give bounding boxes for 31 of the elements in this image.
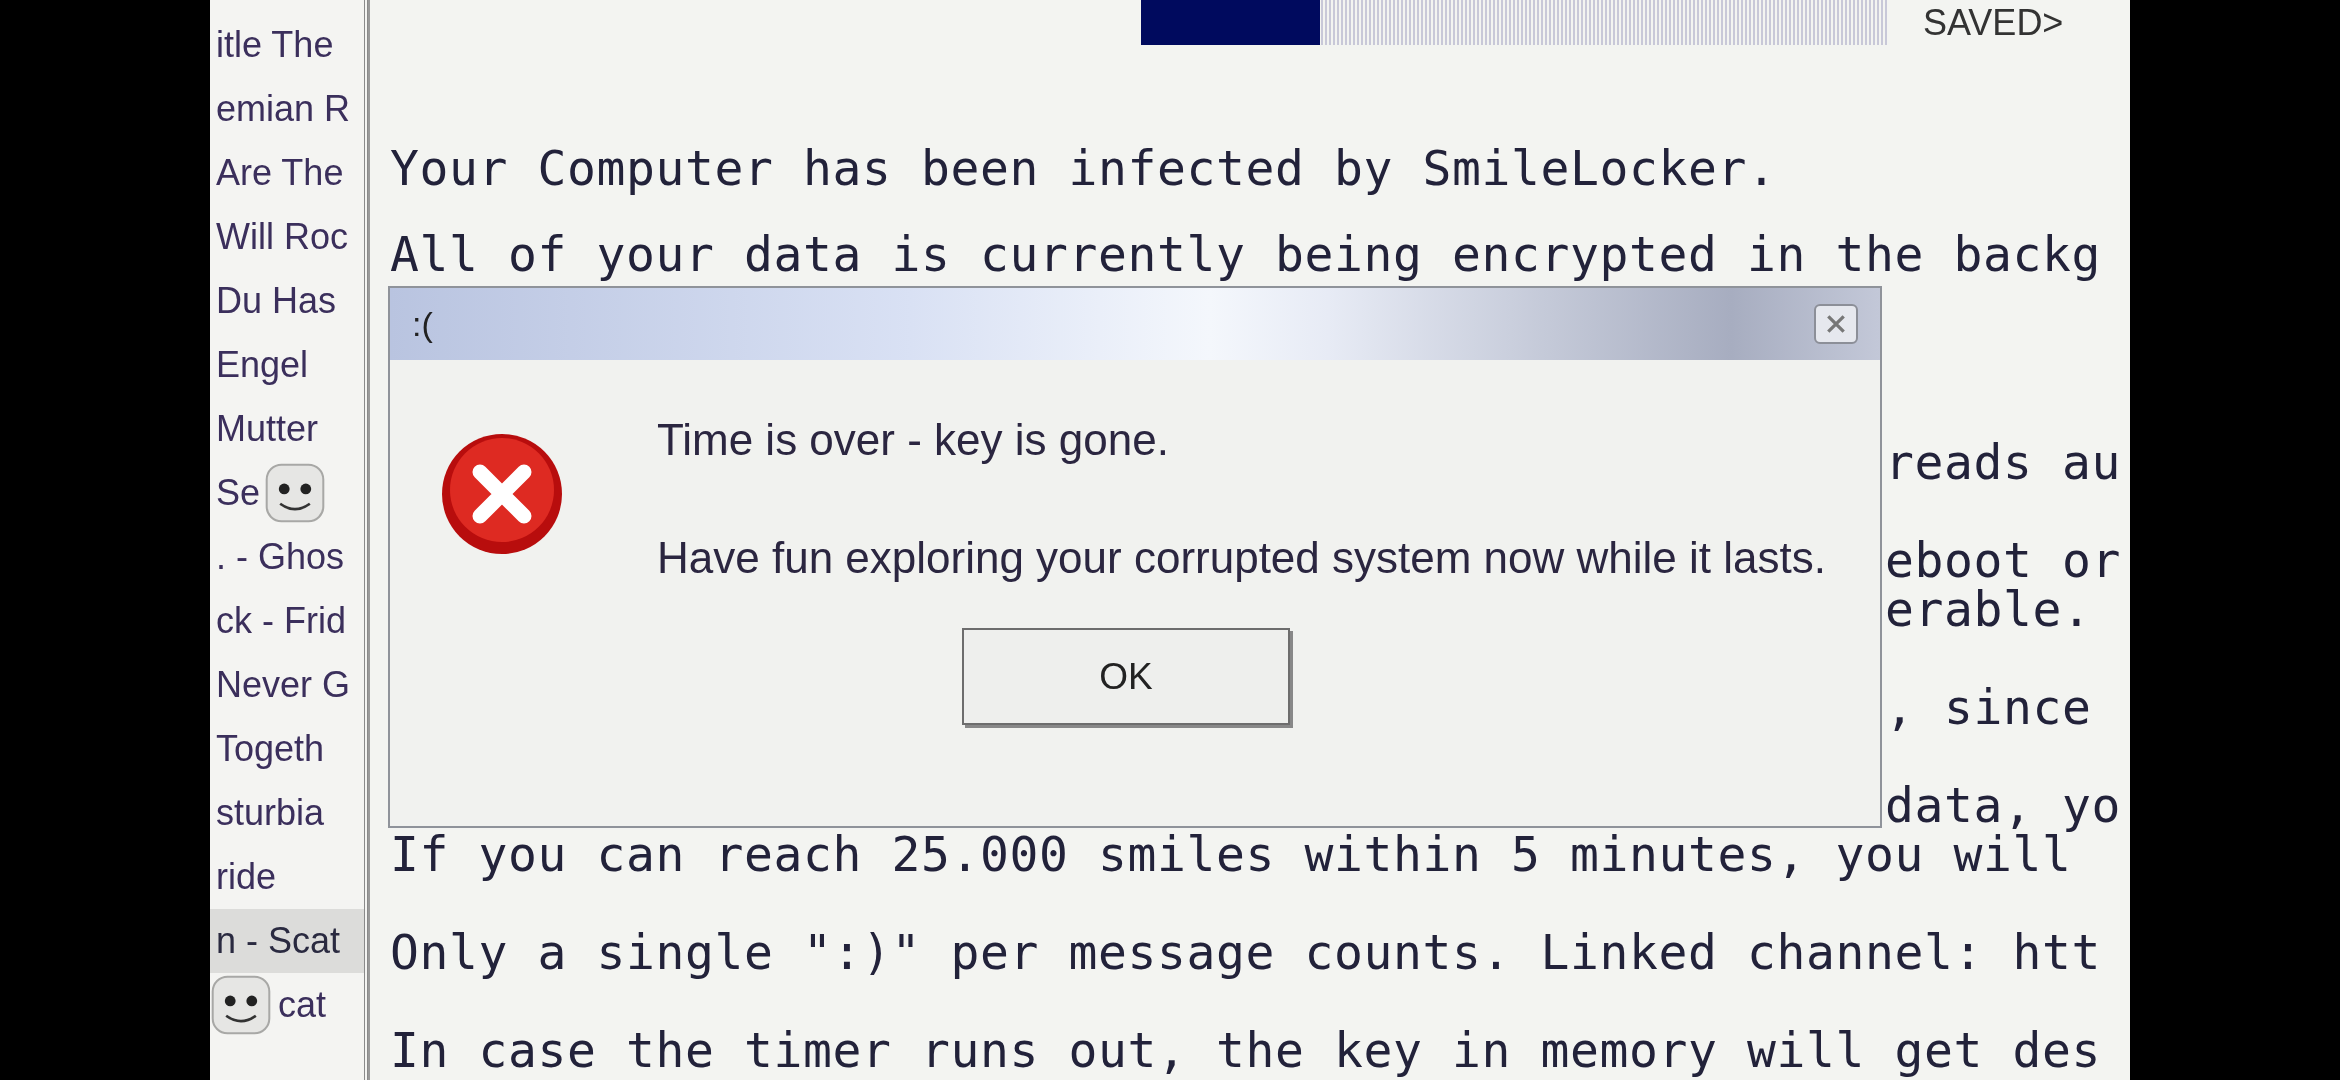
dialog-message: Have fun exploring your corrupted system now while it lasts. (657, 533, 1826, 583)
close-icon (1825, 313, 1847, 335)
message-text-line: In case the timer runs out, the key in memory will get des (390, 1022, 2101, 1078)
playlist-item[interactable]: Togeth (210, 717, 325, 781)
playlist-item[interactable]: ck - Frid (210, 589, 346, 653)
playlist-item[interactable]: Se (210, 461, 261, 525)
message-text-line: reads au (1885, 434, 2121, 490)
playlist-item[interactable]: Will Roc (210, 205, 348, 269)
playlist-item[interactable]: itle The (210, 13, 334, 77)
ok-button[interactable]: OK (962, 628, 1290, 725)
playlist-item[interactable]: cat (272, 973, 327, 1037)
playlist-item[interactable]: Engel (210, 333, 309, 397)
playlist-item[interactable]: n - Scat (210, 909, 364, 973)
playlist-item[interactable]: Du Has (210, 269, 337, 333)
message-text-line: , since (1885, 679, 2092, 735)
message-text-line: data, yo (1885, 777, 2121, 833)
playlist-item[interactable]: emian R (210, 77, 351, 141)
playlist-item[interactable]: Never G (210, 653, 351, 717)
playlist-item[interactable]: Are The (210, 141, 344, 205)
close-button[interactable] (1814, 304, 1858, 344)
message-text-line: All of your data is currently being encrypted in the backg (390, 226, 2101, 282)
message-text-line: Your Computer has been infected by SmileLocker. (390, 140, 1777, 196)
dialog-message: Time is over - key is gone. (657, 415, 1170, 465)
playlist-item[interactable]: Mutter (210, 397, 319, 461)
error-icon (440, 432, 564, 556)
playlist-item[interactable]: ride (210, 845, 277, 909)
progress-label: SAVED> (1923, 0, 2064, 45)
playlist-item[interactable]: . - Ghos (210, 525, 345, 589)
message-text-line: Only a single ":)" per message counts. Linked channel: htt (390, 924, 2101, 980)
playlist-item[interactable]: sturbia (210, 781, 325, 845)
dialog-title: :( (412, 303, 433, 345)
